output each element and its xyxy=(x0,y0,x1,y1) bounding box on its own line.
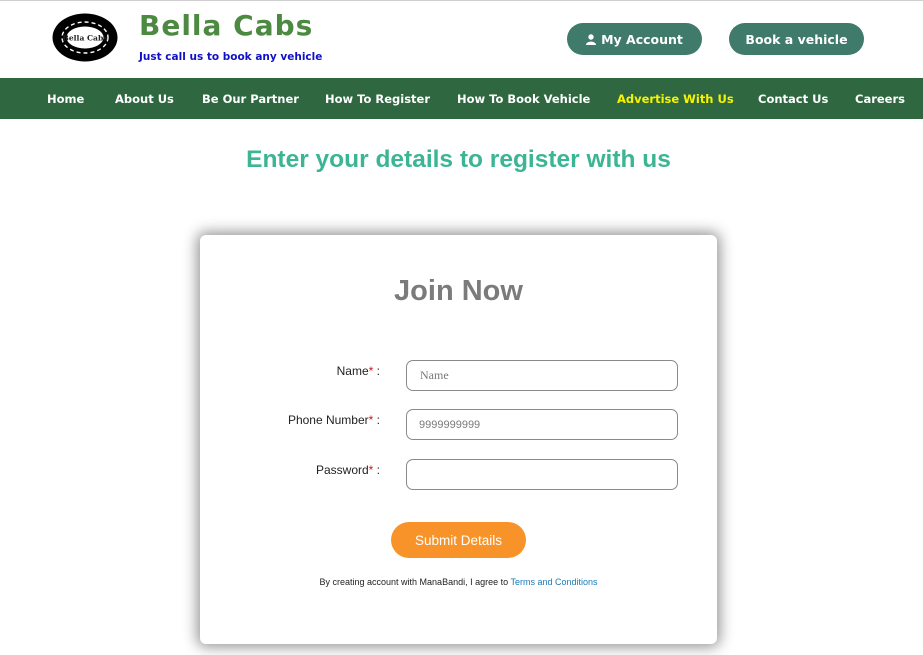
terms-notice: By creating account with ManaBandi, I ag… xyxy=(200,577,717,587)
brand-tagline: Just call us to book any vehicle xyxy=(139,51,323,63)
nav-item-advertise-with-us[interactable]: Advertise With Us xyxy=(617,78,734,119)
main-nav: Home About Us Be Our Partner How To Regi… xyxy=(0,78,923,119)
my-account-button[interactable]: My Account xyxy=(567,23,702,55)
site-header: Bella Cabs Bella Cabs Just call us to bo… xyxy=(0,1,923,78)
name-label: Name* : xyxy=(337,364,380,378)
book-vehicle-button[interactable]: Book a vehicle xyxy=(729,23,864,55)
bella-cabs-logo[interactable]: Bella Cabs xyxy=(52,13,118,62)
logo-text: Bella Cabs xyxy=(62,34,107,43)
terms-and-conditions-link[interactable]: Terms and Conditions xyxy=(510,577,597,587)
nav-item-how-to-book-vehicle[interactable]: How To Book Vehicle xyxy=(457,78,590,119)
nav-item-how-to-register[interactable]: How To Register xyxy=(325,78,430,119)
password-input[interactable] xyxy=(406,459,678,490)
user-icon xyxy=(586,33,597,45)
nav-item-careers[interactable]: Careers xyxy=(855,78,905,119)
nav-item-contact-us[interactable]: Contact Us xyxy=(758,78,828,119)
brand-title: Bella Cabs xyxy=(139,9,314,42)
name-label-text: Name xyxy=(336,364,369,378)
phone-label: Phone Number* : xyxy=(288,413,380,427)
phone-input[interactable] xyxy=(406,409,678,440)
nav-item-home[interactable]: Home xyxy=(47,78,84,119)
name-input[interactable] xyxy=(406,360,678,391)
nav-item-be-our-partner[interactable]: Be Our Partner xyxy=(202,78,299,119)
my-account-label: My Account xyxy=(601,31,683,47)
terms-prefix: By creating account with ManaBandi, I ag… xyxy=(319,577,511,587)
book-vehicle-label: Book a vehicle xyxy=(745,31,848,47)
label-suffix: : xyxy=(373,463,380,477)
label-suffix: : xyxy=(373,364,380,378)
password-label-text: Password xyxy=(315,463,369,477)
card-title: Join Now xyxy=(394,275,523,307)
submit-details-button[interactable]: Submit Details xyxy=(391,522,526,558)
label-suffix: : xyxy=(373,413,380,427)
page-heading: Enter your details to register with us xyxy=(246,146,671,173)
password-label: Password* : xyxy=(316,463,380,477)
phone-label-text: Phone Number xyxy=(287,413,369,427)
nav-item-about-us[interactable]: About Us xyxy=(115,78,174,119)
join-now-card: Join Now Name* : Phone Number* : Passwor… xyxy=(200,235,717,644)
